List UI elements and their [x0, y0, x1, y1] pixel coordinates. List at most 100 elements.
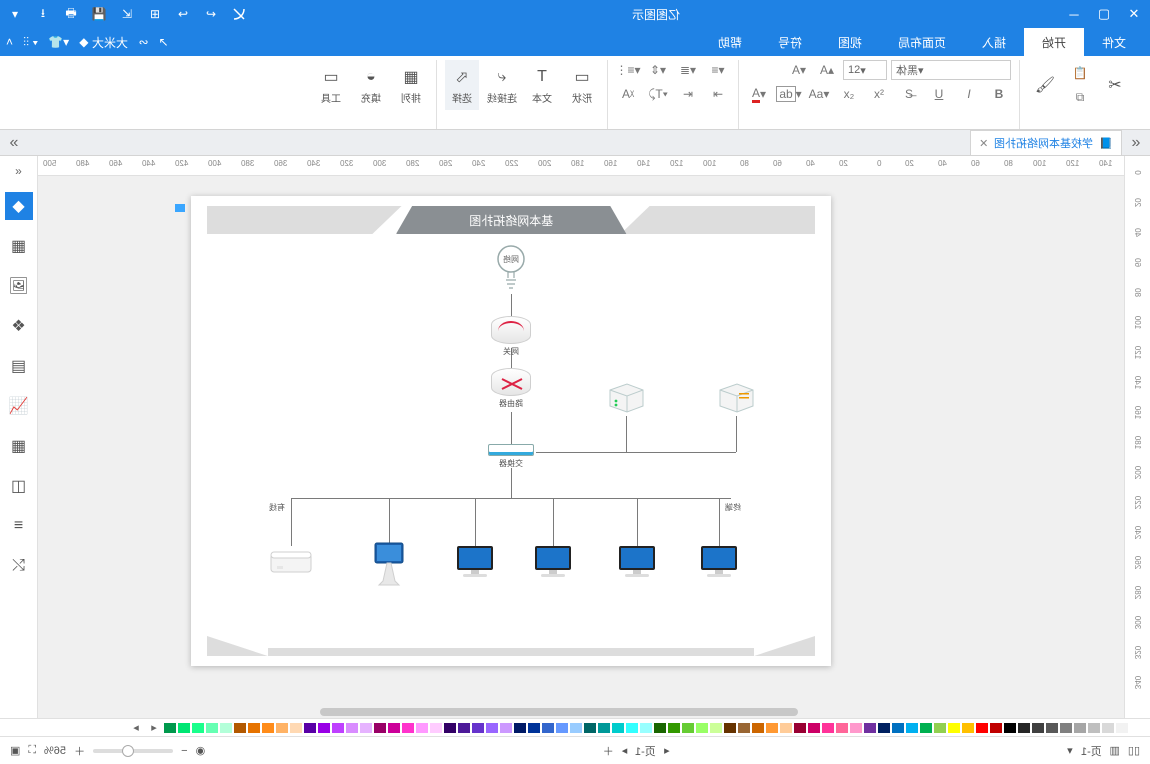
swatch[interactable] [430, 723, 442, 733]
swatch[interactable] [808, 723, 820, 733]
tab-file[interactable]: 文件 [1084, 28, 1144, 56]
swatch[interactable] [934, 723, 946, 733]
user-label[interactable]: ◆ 大米大 [79, 34, 128, 51]
doctab-chevron-right[interactable]: » [1122, 130, 1150, 155]
swatch[interactable] [822, 723, 834, 733]
swatch[interactable] [500, 723, 512, 733]
paste-button[interactable]: 📋 [1068, 63, 1092, 83]
swatch[interactable] [906, 723, 918, 733]
minimize-button[interactable]: ─ [1064, 4, 1084, 24]
swatch[interactable] [612, 723, 624, 733]
h-scrollbar[interactable] [38, 706, 1124, 718]
page-dropdown[interactable]: ▾ [1067, 744, 1073, 757]
view-icon-1[interactable]: ▯▯ [1128, 744, 1140, 757]
fit-icon[interactable]: ▣ [10, 744, 20, 757]
swatch[interactable] [570, 723, 582, 733]
canvas[interactable]: 基本网络拓扑图 [38, 176, 1124, 706]
swatch[interactable] [948, 723, 960, 733]
cut-button[interactable]: ✂ [1098, 60, 1132, 110]
swatch[interactable] [892, 723, 904, 733]
swatch[interactable] [332, 723, 344, 733]
tab-start[interactable]: 开始 [1024, 28, 1084, 56]
qa-export-icon[interactable]: ⇲ [118, 5, 136, 23]
swatch[interactable] [780, 723, 792, 733]
underline-button[interactable]: U [927, 84, 951, 104]
swatch[interactable] [962, 723, 974, 733]
doctab-close-icon[interactable]: ✕ [979, 137, 988, 150]
bullets-button[interactable]: ⋮≡▾ [616, 60, 640, 80]
swatch[interactable] [528, 723, 540, 733]
side-table[interactable]: ▦ [5, 432, 33, 460]
node-pc-2[interactable] [531, 544, 575, 580]
shape-button[interactable]: ▭形状 [565, 60, 599, 110]
fill-button[interactable]: ◒填充 [354, 60, 388, 110]
node-kiosk[interactable] [369, 541, 409, 587]
swatch[interactable] [1116, 723, 1128, 733]
swatch[interactable] [668, 723, 680, 733]
side-chevron[interactable]: » [15, 162, 22, 180]
maximize-button[interactable]: ▢ [1094, 4, 1114, 24]
swatch[interactable] [178, 723, 190, 733]
palette-right[interactable]: ▸ [146, 721, 162, 734]
node-internet[interactable]: 网络 [494, 244, 528, 292]
side-symbols[interactable]: ◆ [5, 192, 33, 220]
node-switch[interactable]: 交换器 [488, 444, 534, 469]
swatch[interactable] [920, 723, 932, 733]
tab-insert[interactable]: 插入 [964, 28, 1024, 56]
theme-icon[interactable]: 👕▾ [48, 35, 69, 49]
swatch[interactable] [472, 723, 484, 733]
swatch[interactable] [374, 723, 386, 733]
swatch[interactable] [444, 723, 456, 733]
swatch[interactable] [1060, 723, 1072, 733]
superscript-button[interactable]: x² [867, 84, 891, 104]
swatch[interactable] [640, 723, 652, 733]
clear-format-button[interactable]: Aᵡ [616, 84, 640, 104]
qa-drop-icon[interactable]: ▾ [6, 5, 24, 23]
swatch[interactable] [626, 723, 638, 733]
doctab-chevron-left[interactable]: « [0, 130, 28, 155]
font-color-button[interactable]: A▾ [747, 84, 771, 104]
zoom-slider[interactable] [93, 749, 173, 753]
swatch[interactable] [486, 723, 498, 733]
swatch[interactable] [584, 723, 596, 733]
line-spacing-button[interactable]: ⇕▾ [646, 60, 670, 80]
swatch[interactable] [542, 723, 554, 733]
swatch[interactable] [990, 723, 1002, 733]
redo-button[interactable]: ↪ [202, 5, 220, 23]
swatch[interactable] [598, 723, 610, 733]
align-h-button[interactable]: ≡▾ [706, 60, 730, 80]
node-pc-3[interactable] [615, 544, 659, 580]
swatch[interactable] [682, 723, 694, 733]
document-tab[interactable]: 📘 学校基本网络拓扑图 ✕ [970, 130, 1122, 155]
swatch[interactable] [1032, 723, 1044, 733]
palette-left[interactable]: ◂ [128, 721, 144, 734]
swatch[interactable] [556, 723, 568, 733]
tab-view[interactable]: 视图 [820, 28, 880, 56]
page-add[interactable]: ＋ [603, 743, 614, 759]
swatch[interactable] [360, 723, 372, 733]
swatch[interactable] [304, 723, 316, 733]
format-painter-button[interactable]: 🖌 [1028, 60, 1062, 110]
tab-layout[interactable]: 页面布局 [880, 28, 964, 56]
swatch[interactable] [1130, 723, 1142, 733]
zoom-out[interactable]: − [181, 745, 187, 757]
page-nav-next[interactable]: ▸ [664, 744, 670, 757]
swatch[interactable] [878, 723, 890, 733]
swatch[interactable] [402, 723, 414, 733]
apps-icon[interactable]: ⫶⫶ ▾ [23, 35, 38, 50]
highlight-button[interactable]: ab▾ [777, 84, 801, 104]
share-icon[interactable]: ∾ [138, 35, 148, 49]
swatch[interactable] [346, 723, 358, 733]
swatch[interactable] [1046, 723, 1058, 733]
bold-button[interactable]: B [987, 84, 1011, 104]
up-icon[interactable]: ˄ [6, 35, 13, 49]
swatch[interactable] [318, 723, 330, 733]
node-gateway[interactable]: 网关 [491, 316, 531, 357]
swatch[interactable] [514, 723, 526, 733]
swatch[interactable] [1018, 723, 1030, 733]
arrange-button[interactable]: ▦排列 [394, 60, 428, 110]
swatch[interactable] [654, 723, 666, 733]
swatch[interactable] [262, 723, 274, 733]
align-v-button[interactable]: ≣▾ [676, 60, 700, 80]
swatch[interactable] [206, 723, 218, 733]
